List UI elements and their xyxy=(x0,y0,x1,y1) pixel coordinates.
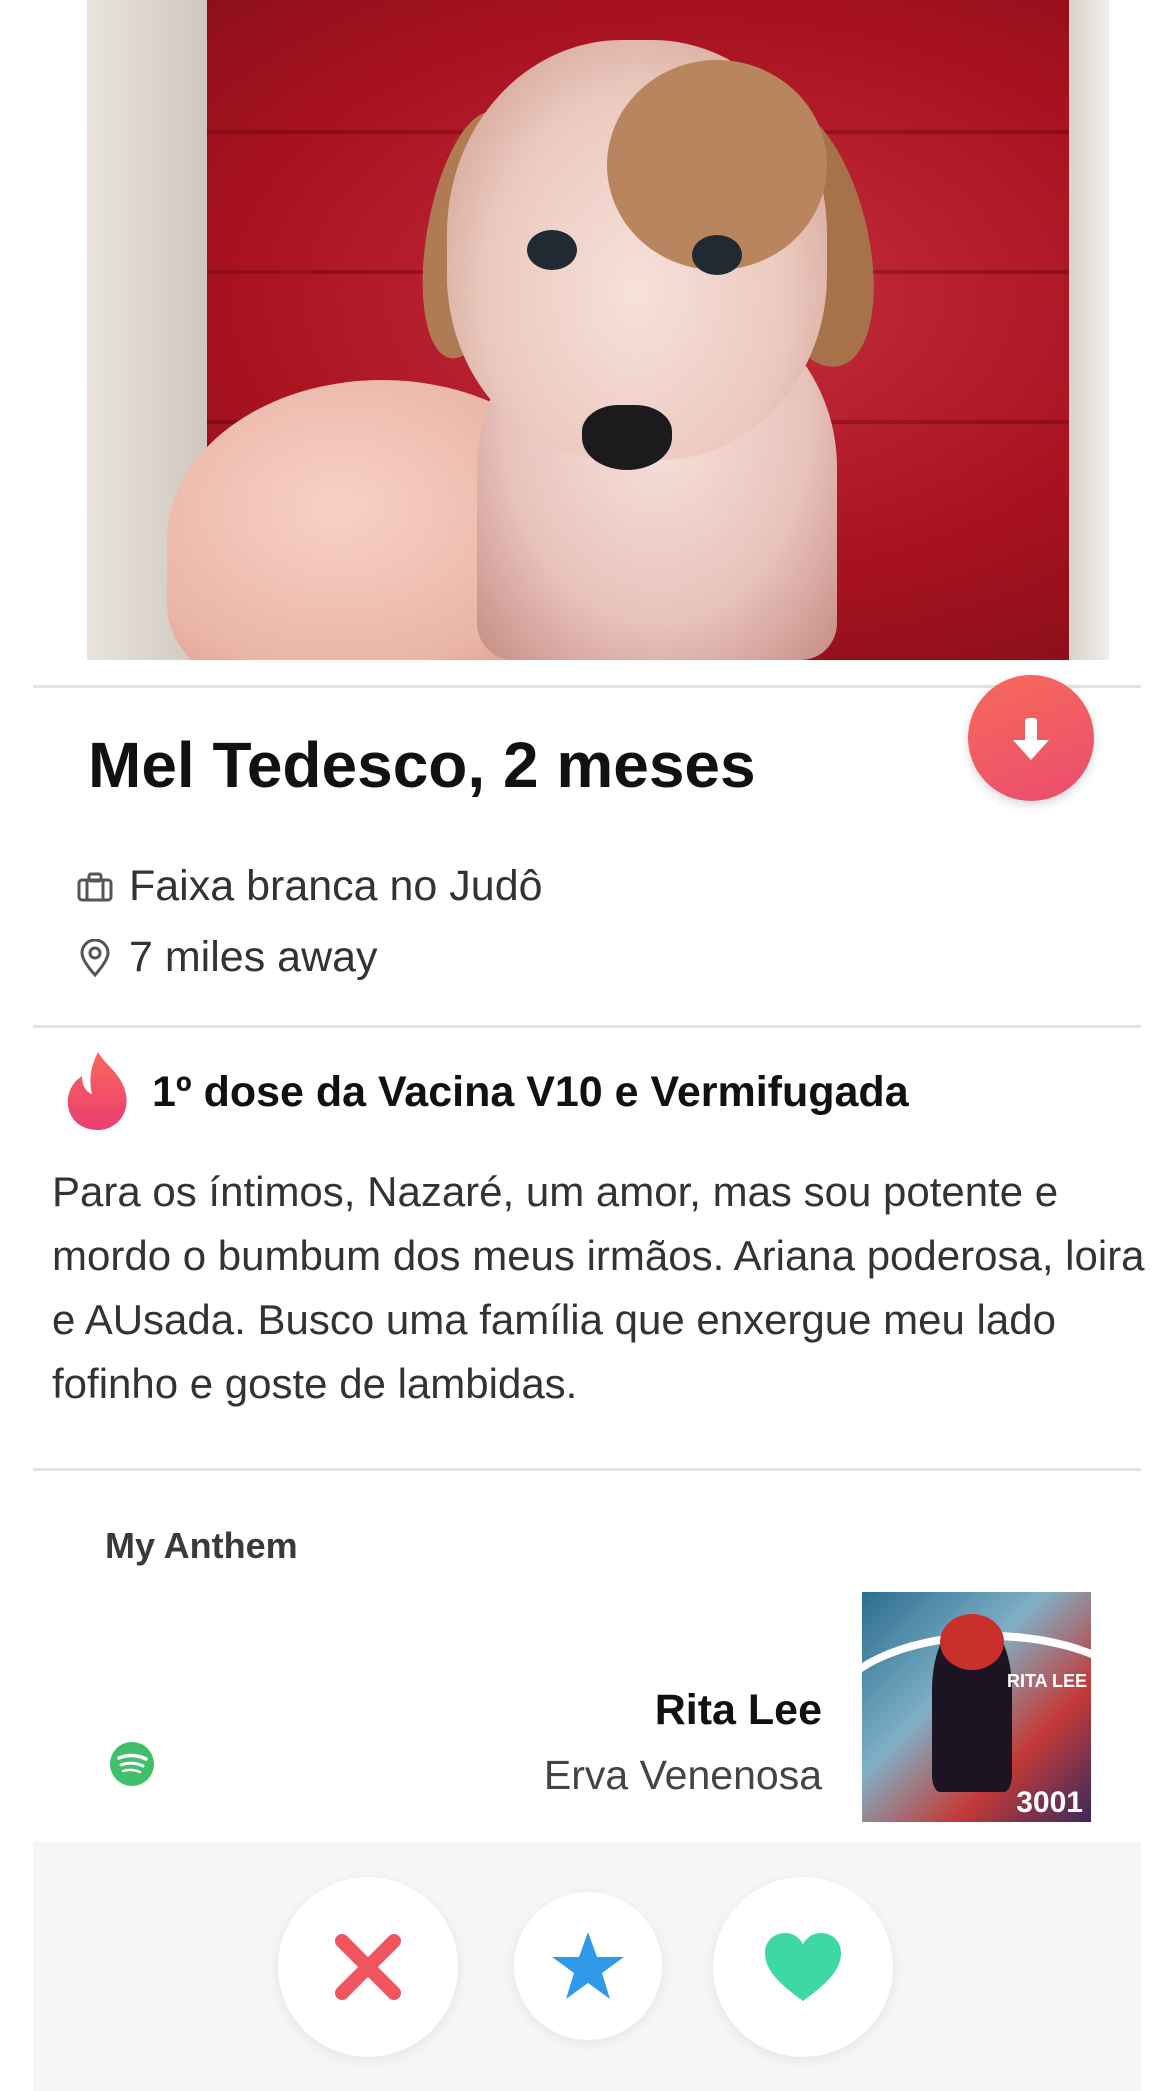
profile-photo[interactable] xyxy=(87,0,1109,660)
star-icon xyxy=(552,1932,624,1999)
puppy-eye xyxy=(527,230,577,270)
arrow-down-icon xyxy=(1013,718,1049,760)
puppy-eye xyxy=(692,235,742,275)
highlight-row: 1º dose da Vacina V10 e Vermifugada xyxy=(62,1048,909,1137)
location-pin-icon xyxy=(75,938,115,978)
album-art-hair xyxy=(940,1614,1004,1670)
anthem-label: My Anthem xyxy=(105,1525,298,1566)
divider xyxy=(33,1025,1141,1028)
distance-row: 7 miles away xyxy=(75,933,378,982)
anthem-artist: Rita Lee xyxy=(654,1686,822,1734)
action-bar xyxy=(33,1842,1141,2091)
album-art-title: RITA LEE xyxy=(1007,1671,1087,1691)
collapse-profile-button[interactable] xyxy=(968,675,1094,801)
tinder-flame-icon xyxy=(62,1048,134,1137)
job-row: Faixa branca no Judô xyxy=(75,862,543,911)
job-text: Faixa branca no Judô xyxy=(129,862,543,910)
divider xyxy=(33,1468,1141,1471)
photo-wall-right xyxy=(1069,0,1109,660)
album-art-number: 3001 xyxy=(1016,1786,1083,1819)
puppy-nose xyxy=(582,405,672,470)
highlight-title: 1º dose da Vacina V10 e Vermifugada xyxy=(152,1068,909,1116)
album-art[interactable]: RITA LEE 3001 xyxy=(862,1592,1091,1822)
nope-button[interactable] xyxy=(278,1877,458,2057)
distance-text: 7 miles away xyxy=(129,933,378,981)
profile-name-age: Mel Tedesco, 2 meses xyxy=(88,729,756,801)
briefcase-icon xyxy=(75,867,115,907)
super-like-button[interactable] xyxy=(514,1892,662,2040)
divider xyxy=(33,685,1141,688)
anthem-song: Erva Venenosa xyxy=(543,1752,822,1798)
spotify-icon[interactable] xyxy=(108,1740,156,1788)
like-button[interactable] xyxy=(713,1877,893,2057)
close-icon xyxy=(335,1934,401,2000)
heart-icon xyxy=(765,1933,841,2001)
bio-text: Para os íntimos, Nazaré, um amor, mas so… xyxy=(52,1168,1145,1407)
